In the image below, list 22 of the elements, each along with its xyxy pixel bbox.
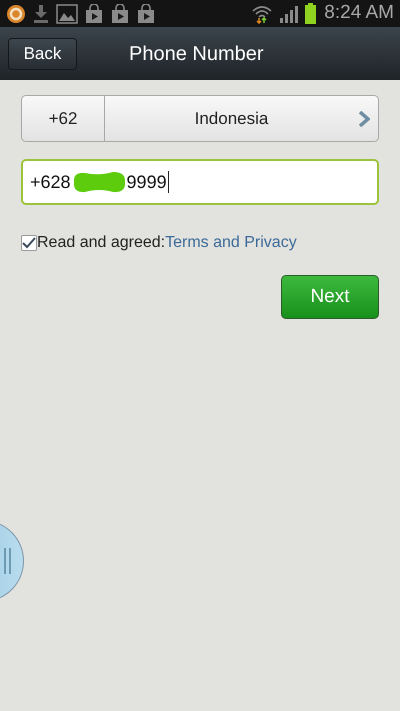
text-cursor — [168, 171, 169, 193]
battery-icon — [305, 3, 316, 24]
store-bag-icon — [136, 4, 156, 24]
app-notification-icon — [6, 4, 26, 24]
terms-link[interactable]: Terms and Privacy — [165, 231, 297, 255]
country-code: +62 — [22, 96, 105, 141]
agreement-checkbox[interactable] — [21, 235, 37, 251]
image-icon — [56, 4, 78, 24]
screen-title: Phone Number — [129, 42, 264, 66]
phone-field[interactable]: +628 9999 — [21, 159, 379, 205]
agreement-label: Read and agreed: — [37, 233, 166, 253]
check-icon — [22, 237, 36, 249]
signal-icon — [279, 4, 300, 22]
store-bag-icon — [84, 4, 104, 24]
download-icon — [32, 4, 50, 24]
back-button[interactable]: Back — [8, 38, 77, 70]
chevron-right-icon — [358, 110, 370, 126]
clock-time: 8:24 AM — [324, 1, 394, 26]
wifi-icon — [251, 4, 274, 24]
country-name: Indonesia — [194, 108, 270, 130]
store-bag-icon — [110, 4, 130, 24]
country-selector[interactable]: +62 Indonesia — [21, 95, 379, 142]
